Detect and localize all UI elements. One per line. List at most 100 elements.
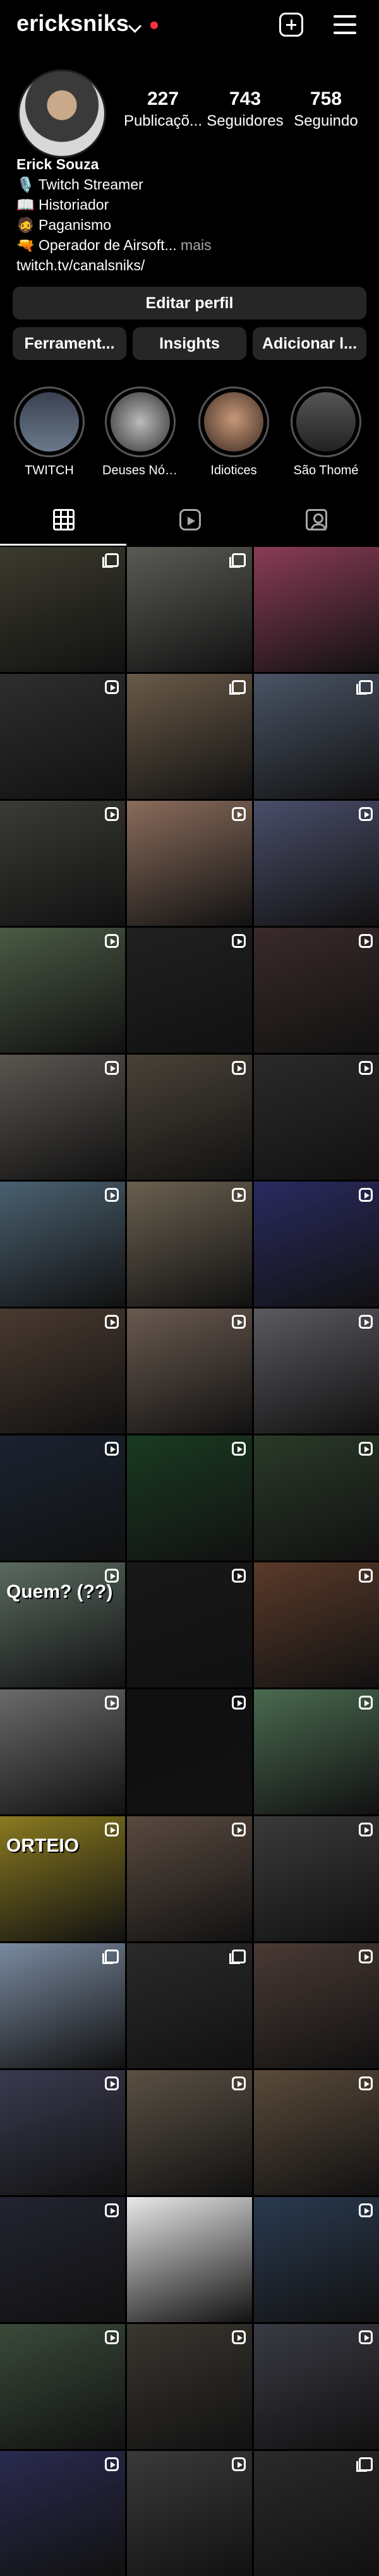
bio-more-link[interactable]: mais [181,237,212,253]
reel-icon [359,2330,373,2344]
highlight-label: TWITCH [25,464,74,477]
stat-posts[interactable]: 227 Publicaçõ... [119,88,207,130]
menu-icon[interactable] [334,15,356,34]
reel-icon [105,807,119,821]
post-thumbnail[interactable] [127,1816,252,1941]
stat-posts-value: 227 [147,88,179,109]
bio-line: 🎙️ Twitch Streamer [16,176,143,193]
post-thumbnail[interactable] [127,2451,252,2576]
post-thumbnail[interactable] [254,2451,379,2576]
tools-button[interactable]: Ferrament... [13,327,126,360]
post-thumbnail[interactable]: ORTEIO [0,1816,125,1941]
tab-reels[interactable] [126,495,253,546]
insights-button[interactable]: Insights [133,327,246,360]
post-thumbnail[interactable] [254,547,379,672]
post-thumbnail[interactable] [254,1055,379,1180]
carousel-icon [229,1950,246,1964]
post-thumbnail[interactable] [254,1309,379,1434]
reel-icon [359,1061,373,1075]
post-thumbnail[interactable] [0,801,125,926]
post-thumbnail[interactable] [0,1055,125,1180]
post-thumbnail[interactable] [0,547,125,672]
reels-icon [179,509,201,530]
post-thumbnail[interactable] [127,547,252,672]
edit-profile-button[interactable]: Editar perfil [13,287,366,320]
add-button[interactable]: Adicionar l... [253,327,366,360]
avatar[interactable] [18,69,106,158]
highlight-sao-thome[interactable]: São Thomé [288,386,364,478]
stat-following[interactable]: 758 Seguindo [282,88,370,130]
reel-icon [105,1569,119,1583]
post-thumbnail[interactable] [0,1435,125,1561]
reel-icon [232,1569,246,1583]
bio-line: 🧔 Paganismo [16,217,112,233]
post-thumbnail[interactable] [127,928,252,1053]
post-thumbnail[interactable] [127,1689,252,1814]
post-thumbnail[interactable] [127,2197,252,2322]
notification-dot [150,21,158,29]
stat-following-label: Seguindo [294,112,358,129]
tab-posts-grid[interactable] [0,495,126,546]
tagged-icon [306,509,327,530]
post-thumbnail[interactable] [254,1182,379,1307]
post-thumbnail[interactable] [254,1562,379,1687]
highlight-idiotices[interactable]: Idiotices [196,386,272,478]
post-thumbnail[interactable]: Quem? (??) [0,1562,125,1687]
post-thumbnail[interactable] [0,1689,125,1814]
reel-icon [232,2330,246,2344]
reel-icon [232,934,246,948]
bio: Erick Souza 🎙️ Twitch Streamer 📖 Histori… [16,154,370,275]
post-thumbnail[interactable] [127,674,252,799]
post-thumbnail[interactable] [0,2197,125,2322]
reel-icon [105,1442,119,1456]
post-thumbnail[interactable] [127,2070,252,2195]
highlight-nordic-gods[interactable]: Deuses Nórdi... [102,386,178,478]
post-thumbnail[interactable] [127,1435,252,1561]
create-post-icon[interactable] [279,13,303,37]
post-thumbnail[interactable] [0,2070,125,2195]
post-thumbnail[interactable] [0,674,125,799]
reel-icon [359,807,373,821]
post-thumbnail[interactable] [0,1943,125,2068]
carousel-icon [356,2457,373,2472]
post-thumbnail[interactable] [127,801,252,926]
carousel-icon [102,553,119,568]
reel-icon [105,2457,119,2471]
post-thumbnail[interactable] [254,1943,379,2068]
post-thumbnail[interactable] [127,1309,252,1434]
post-thumbnail[interactable] [254,2197,379,2322]
post-thumbnail[interactable] [254,928,379,1053]
post-thumbnail[interactable] [127,1055,252,1180]
highlight-twitch[interactable]: TWITCH [11,386,87,478]
chevron-down-icon[interactable] [128,19,142,33]
highlight-cover [105,386,176,457]
post-thumbnail[interactable] [254,2070,379,2195]
highlight-cover [291,386,361,457]
post-overlay-text: ORTEIO [6,1835,80,1856]
post-thumbnail[interactable] [254,2324,379,2449]
post-thumbnail[interactable] [127,1943,252,2068]
profile-link[interactable]: twitch.tv/canalsniks/ [16,255,370,275]
reel-icon [105,2076,119,2090]
post-thumbnail[interactable] [0,2451,125,2576]
post-thumbnail[interactable] [127,1562,252,1687]
post-thumbnail[interactable] [127,2324,252,2449]
reel-icon [359,1696,373,1710]
post-thumbnail[interactable] [254,1689,379,1814]
post-thumbnail[interactable] [0,1309,125,1434]
stat-followers-value: 743 [229,88,262,109]
post-thumbnail[interactable] [0,1182,125,1307]
stat-followers[interactable]: 743 Seguidores [201,88,289,130]
stat-following-value: 758 [310,88,342,109]
post-thumbnail[interactable] [0,928,125,1053]
post-thumbnail[interactable] [127,1182,252,1307]
post-thumbnail[interactable] [254,674,379,799]
username-switcher[interactable]: ericksniks [16,10,129,37]
reel-icon [232,1442,246,1456]
tab-tagged[interactable] [253,495,379,546]
post-thumbnail[interactable] [254,1816,379,1941]
post-thumbnail[interactable] [254,801,379,926]
post-thumbnail[interactable] [254,1435,379,1561]
post-thumbnail[interactable] [0,2324,125,2449]
reel-icon [105,1061,119,1075]
